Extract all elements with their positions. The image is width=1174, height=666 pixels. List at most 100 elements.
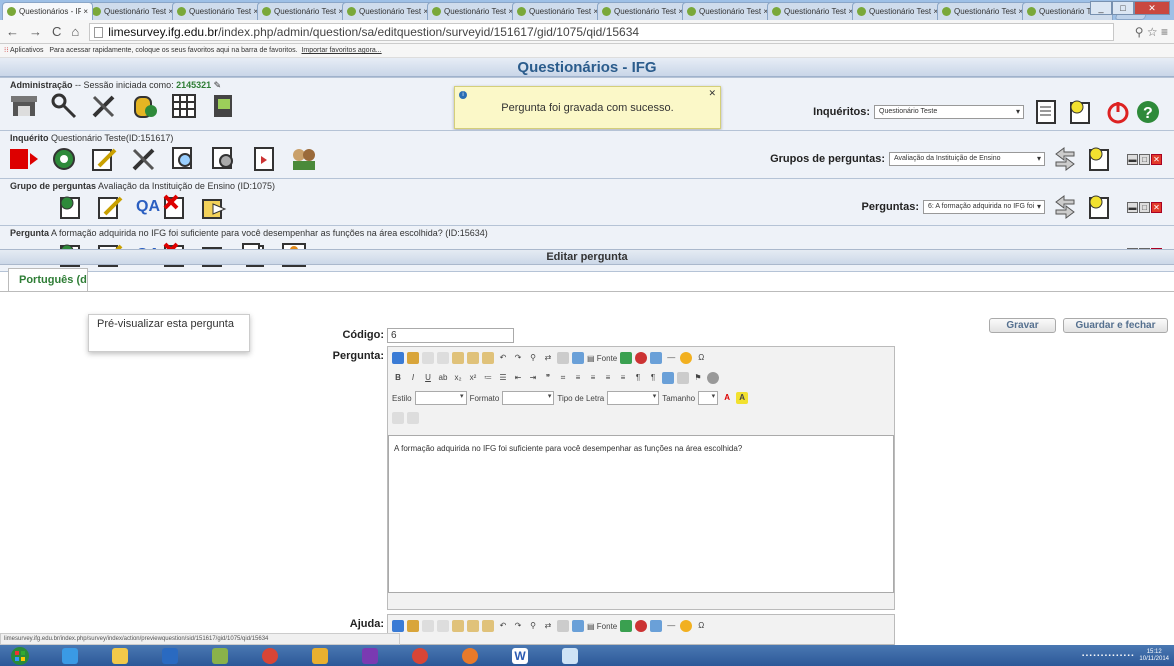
- copy-icon[interactable]: [437, 620, 449, 632]
- tools-icon[interactable]: [90, 92, 118, 120]
- database-icon[interactable]: [130, 92, 158, 120]
- apps-link[interactable]: Aplicativos: [10, 47, 43, 54]
- survey-doc-icon[interactable]: [250, 145, 278, 173]
- browser-tab[interactable]: Questionário Teste×: [512, 2, 603, 20]
- replace-icon[interactable]: ⇄: [542, 620, 554, 632]
- paint-icon[interactable]: [550, 646, 590, 665]
- grid-icon[interactable]: [170, 92, 198, 120]
- group-select[interactable]: Avaliação da Instituição de Ensino: [889, 152, 1045, 166]
- show-blocks-icon[interactable]: [407, 412, 419, 424]
- font-select[interactable]: [607, 391, 660, 405]
- participants-icon[interactable]: [290, 145, 318, 173]
- bg-color-icon[interactable]: A: [736, 392, 749, 404]
- align-right-icon[interactable]: ≡: [602, 372, 614, 384]
- browser-tab[interactable]: Questionário Teste×: [342, 2, 433, 20]
- minimize-button[interactable]: _: [1090, 1, 1112, 15]
- table-icon[interactable]: [650, 352, 663, 364]
- delete-group-icon[interactable]: [160, 193, 188, 221]
- chrome-active-icon[interactable]: [400, 646, 440, 665]
- clock[interactable]: 15:12 10/11/2014: [1139, 649, 1169, 663]
- firefox-icon[interactable]: [450, 646, 490, 665]
- star-icon[interactable]: ☆: [1147, 25, 1158, 39]
- reorder-groups-icon[interactable]: [1051, 145, 1079, 173]
- edit-survey-icon[interactable]: [90, 145, 118, 173]
- new-group-icon[interactable]: [1085, 145, 1113, 173]
- app-icon[interactable]: [200, 646, 240, 665]
- new-question-icon[interactable]: [1085, 193, 1113, 221]
- save-button[interactable]: Gravar: [989, 318, 1056, 333]
- text-color-icon[interactable]: A: [721, 392, 733, 404]
- maximize-panel-button[interactable]: □: [1139, 153, 1150, 165]
- url-input[interactable]: limesurvey.ifg.edu.br/index.php/admin/qu…: [89, 22, 1114, 41]
- style-select[interactable]: [414, 391, 467, 405]
- browser-tab[interactable]: Questionário Teste×: [172, 2, 263, 20]
- special-char-icon[interactable]: Ω: [695, 352, 707, 364]
- menu-icon[interactable]: ≡: [1161, 25, 1168, 39]
- image-icon[interactable]: [620, 620, 633, 632]
- replace-icon[interactable]: ⇄: [542, 352, 554, 364]
- format-select[interactable]: [502, 391, 555, 405]
- align-left-icon[interactable]: ≡: [572, 372, 584, 384]
- browser-tab[interactable]: Questionário Teste×: [427, 2, 518, 20]
- import-bookmarks-link[interactable]: Importar favoritos agora...: [301, 47, 381, 54]
- settings-gear-icon[interactable]: [50, 145, 78, 173]
- smiley-icon[interactable]: [680, 620, 693, 632]
- paste-text-icon[interactable]: [467, 352, 479, 364]
- cut-icon[interactable]: [422, 620, 434, 632]
- save-close-button[interactable]: Guardar e fechar: [1063, 318, 1168, 333]
- tray-icons[interactable]: ▪ ▪ ▪ ▪ ▪ ▪ ▪ ▪ ▪ ▪ ▪ ▪ ▪ ▪: [1082, 653, 1133, 659]
- minimize-panel-button[interactable]: ▬: [1127, 153, 1138, 165]
- pencil-icon[interactable]: ✎: [211, 80, 222, 90]
- italic-icon[interactable]: I: [407, 372, 419, 384]
- export-icon[interactable]: [210, 92, 238, 120]
- paste-word-icon[interactable]: [482, 352, 494, 364]
- select-all-icon[interactable]: [557, 620, 569, 632]
- reload-icon[interactable]: C: [52, 24, 61, 39]
- browser-tab[interactable]: Questionário Teste×: [257, 2, 348, 20]
- word-icon[interactable]: W: [500, 646, 540, 665]
- font-source-button[interactable]: ▤ Fonte: [587, 622, 617, 631]
- close-notification-icon[interactable]: ✕: [708, 87, 716, 99]
- anchor-icon[interactable]: ⚑: [692, 372, 704, 384]
- flash-icon[interactable]: [635, 352, 648, 364]
- close-panel-button[interactable]: ✕: [1151, 153, 1162, 165]
- paste-icon[interactable]: [452, 352, 464, 364]
- flash-icon[interactable]: [635, 620, 648, 632]
- question-textarea[interactable]: A formação adquirida no IFG foi suficien…: [388, 435, 894, 593]
- editor-app-icon[interactable]: [350, 646, 390, 665]
- browser-tab[interactable]: Questionários - IFG×: [2, 2, 93, 20]
- browser-tab[interactable]: Questionário Teste×: [597, 2, 688, 20]
- undo-icon[interactable]: ↶: [497, 352, 509, 364]
- code-input[interactable]: 6: [387, 328, 514, 343]
- size-select[interactable]: [698, 391, 719, 405]
- div-icon[interactable]: ⌗: [557, 372, 569, 384]
- special-char-icon[interactable]: Ω: [695, 620, 707, 632]
- colorful-app-icon[interactable]: [300, 646, 340, 665]
- browser-tab[interactable]: Questionário Teste×: [937, 2, 1028, 20]
- indent-icon[interactable]: ⇥: [527, 372, 539, 384]
- edit-group-icon[interactable]: [96, 193, 124, 221]
- zoom-icon[interactable]: ⚲: [1135, 25, 1144, 39]
- preview-group-icon[interactable]: [56, 193, 84, 221]
- align-center-icon[interactable]: ≡: [587, 372, 599, 384]
- help-icon[interactable]: ?: [1134, 98, 1162, 126]
- survey-select[interactable]: Questionário Teste: [874, 105, 1024, 119]
- activate-survey-icon[interactable]: [10, 145, 38, 173]
- question-select[interactable]: 6: A formação adquirida no IFG foi: [923, 200, 1045, 214]
- browser-tab[interactable]: Questionário Teste×: [767, 2, 858, 20]
- paste-text-icon[interactable]: [467, 620, 479, 632]
- rtl-icon[interactable]: ¶: [647, 372, 659, 384]
- tab-close-icon[interactable]: ×: [83, 7, 88, 16]
- redo-icon[interactable]: ↷: [512, 620, 524, 632]
- start-button[interactable]: [0, 646, 40, 665]
- apps-icon[interactable]: ⁝⁝: [4, 47, 8, 54]
- back-icon[interactable]: ←: [6, 24, 19, 39]
- bold-icon[interactable]: B: [392, 372, 404, 384]
- ltr-icon[interactable]: ¶: [632, 372, 644, 384]
- blockquote-icon[interactable]: ❞: [542, 372, 554, 384]
- source-icon[interactable]: [392, 620, 404, 632]
- copy-icon[interactable]: [437, 352, 449, 364]
- tab-language[interactable]: Português (d: [8, 268, 88, 292]
- home-icon[interactable]: ⌂: [71, 24, 79, 39]
- new-survey-icon[interactable]: [1066, 98, 1094, 126]
